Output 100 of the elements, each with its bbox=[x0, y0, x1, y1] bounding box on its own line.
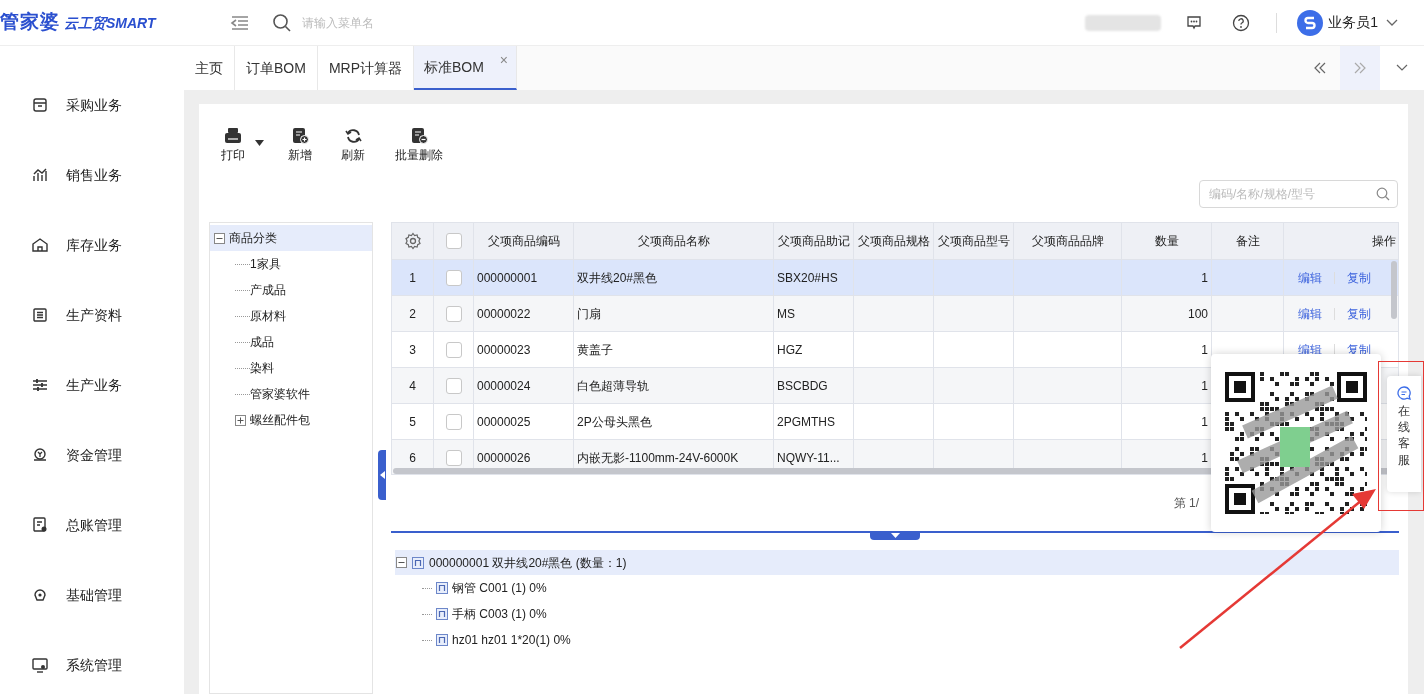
table-cell-text: 1 bbox=[1201, 449, 1208, 467]
menu-search-field[interactable]: 请输入菜单名 bbox=[302, 13, 502, 32]
column-header[interactable]: 父项商品编码 bbox=[487, 232, 560, 250]
checkbox[interactable] bbox=[445, 305, 462, 322]
table-cell-text: 00000025 bbox=[477, 413, 531, 431]
column-header[interactable]: 父项商品品牌 bbox=[1031, 232, 1104, 250]
checkbox[interactable] bbox=[445, 233, 462, 249]
add-document-icon bbox=[291, 128, 309, 144]
sidebar-item[interactable]: 总账管理 bbox=[0, 490, 184, 560]
tree-item[interactable]: 成品 bbox=[210, 329, 372, 355]
action-link[interactable]: 编辑 bbox=[1298, 268, 1322, 287]
node-icon bbox=[436, 634, 448, 646]
refresh-icon bbox=[344, 128, 362, 144]
menu-collapse-icon[interactable] bbox=[230, 14, 250, 31]
action-link[interactable]: 复制 bbox=[1347, 268, 1371, 287]
checkbox[interactable] bbox=[445, 449, 462, 466]
table-cell-text: 1 bbox=[1201, 269, 1208, 287]
tab[interactable]: 订单BOM bbox=[235, 46, 318, 90]
expand-handle[interactable] bbox=[870, 531, 920, 540]
tree-item[interactable]: 螺丝配件包 bbox=[210, 407, 372, 433]
sidebar-item[interactable]: 销售业务 bbox=[0, 140, 184, 210]
toolbar-button[interactable]: 刷新 bbox=[341, 128, 365, 164]
tree-item[interactable]: 管家婆软件 bbox=[210, 381, 372, 407]
checkbox[interactable] bbox=[445, 269, 462, 286]
tree-item[interactable]: 钢管 C001 (1) 0% bbox=[395, 575, 1399, 601]
column-header[interactable]: 备注 bbox=[1235, 232, 1260, 250]
table-row[interactable]: 1 000000001 双井线20#黑色 SBX20#HS 1 编辑 复制 bbox=[392, 259, 1398, 295]
double-chevron-left-icon bbox=[1313, 62, 1327, 74]
table-cell-text: 4 bbox=[409, 377, 416, 395]
tree-item[interactable]: 原材料 bbox=[210, 303, 372, 329]
checkbox[interactable] bbox=[445, 413, 462, 430]
search-icon[interactable] bbox=[272, 12, 292, 33]
action-link[interactable]: 编辑 bbox=[1298, 304, 1322, 323]
tab[interactable]: 标准BOM × bbox=[414, 46, 517, 90]
message-icon[interactable] bbox=[1186, 14, 1203, 31]
sidebar-item[interactable]: 生产业务 bbox=[0, 350, 184, 420]
help-icon[interactable] bbox=[1232, 13, 1251, 32]
customer-service-tab[interactable]: 在线客服 bbox=[1387, 376, 1421, 492]
table-cell-text: 1 bbox=[409, 269, 416, 287]
table-cell-text: MS bbox=[777, 305, 795, 323]
collapse-icon[interactable] bbox=[214, 232, 225, 244]
collapse-icon[interactable] bbox=[396, 557, 407, 568]
column-header[interactable]: 父项商品名称 bbox=[637, 232, 710, 250]
tree-item[interactable]: 染料 bbox=[210, 355, 372, 381]
tab[interactable]: MRP计算器 bbox=[317, 46, 414, 90]
table-cell-text: SBX20#HS bbox=[777, 269, 838, 287]
action-link[interactable]: 复制 bbox=[1347, 304, 1371, 323]
table-row[interactable]: 2 00000022 门扇 MS 100 编辑 复制 bbox=[392, 295, 1398, 331]
tab[interactable]: 主页 bbox=[184, 46, 235, 90]
table-cell-text: 00000024 bbox=[477, 377, 531, 395]
table-cell-text: BSCBDG bbox=[777, 377, 828, 395]
table-cell-text: 00000023 bbox=[477, 341, 531, 359]
document-icon bbox=[32, 517, 48, 533]
table-cell-text: 1 bbox=[1201, 341, 1208, 359]
column-header[interactable]: 父项商品助记 bbox=[777, 232, 850, 250]
printer-icon bbox=[224, 128, 242, 144]
page-indicator: 第 1/ bbox=[1173, 495, 1199, 512]
column-header[interactable]: 父项商品型号 bbox=[937, 232, 1010, 250]
tree-item[interactable]: 手柄 C003 (1) 0% bbox=[395, 601, 1399, 627]
sidebar-item[interactable]: 生产资料 bbox=[0, 280, 184, 350]
toolbar-button[interactable]: 新增 bbox=[288, 128, 312, 164]
search-icon bbox=[1376, 187, 1390, 201]
sidebar-item[interactable]: 库存业务 bbox=[0, 210, 184, 280]
table-cell-text: 00000026 bbox=[477, 449, 531, 467]
sidebar-item[interactable]: 资金管理 bbox=[0, 420, 184, 490]
logo-text: 管家婆 bbox=[0, 10, 60, 35]
tree-item[interactable]: 产成品 bbox=[210, 277, 372, 303]
collapse-handle[interactable] bbox=[378, 450, 386, 500]
tree-item[interactable]: 商品分类 bbox=[210, 225, 372, 251]
table-cell-text: NQWY-11... bbox=[777, 449, 840, 467]
settings-icon[interactable] bbox=[403, 232, 422, 250]
toolbar-button[interactable]: 批量删除 bbox=[395, 128, 443, 164]
dropdown-caret-icon[interactable] bbox=[255, 140, 264, 146]
node-icon bbox=[436, 608, 448, 620]
vertical-scrollbar[interactable] bbox=[1391, 261, 1397, 319]
chevron-down-icon[interactable] bbox=[1386, 18, 1398, 27]
toolbar-button[interactable]: 打印 bbox=[221, 128, 245, 164]
column-header[interactable]: 操作 bbox=[1372, 232, 1396, 250]
checkbox[interactable] bbox=[445, 341, 462, 358]
list-icon bbox=[32, 307, 48, 323]
column-header[interactable]: 数量 bbox=[1154, 232, 1179, 250]
table-cell-text: 3 bbox=[409, 341, 416, 359]
tree-item[interactable]: hz01 hz01 1*20(1) 0% bbox=[395, 627, 1399, 653]
tree-item[interactable]: 000000001 双井线20#黑色 (数量：1) bbox=[395, 550, 1399, 575]
sidebar-item[interactable]: 系统管理 bbox=[0, 630, 184, 694]
chat-icon bbox=[1397, 386, 1411, 400]
remove-document-icon bbox=[410, 128, 428, 144]
tree-item[interactable]: 1家具 bbox=[210, 251, 372, 277]
sidebar-item[interactable]: 基础管理 bbox=[0, 560, 184, 630]
column-header[interactable]: 父项商品规格 bbox=[857, 232, 930, 250]
sidebar-item[interactable]: 采购业务 bbox=[0, 70, 184, 140]
checkbox[interactable] bbox=[445, 377, 462, 394]
table-cell-text: 5 bbox=[409, 413, 416, 431]
avatar-icon[interactable] bbox=[1297, 9, 1324, 36]
expand-icon[interactable] bbox=[235, 414, 246, 426]
table-cell-text: 内嵌无影-1100mm-24V-6000K bbox=[577, 449, 739, 467]
monitor-icon bbox=[32, 657, 48, 673]
search-field[interactable]: 编码/名称/规格/型号 bbox=[1199, 180, 1398, 208]
double-chevron-right-icon bbox=[1353, 62, 1367, 74]
user-name[interactable]: 业务员1 bbox=[1328, 12, 1378, 33]
